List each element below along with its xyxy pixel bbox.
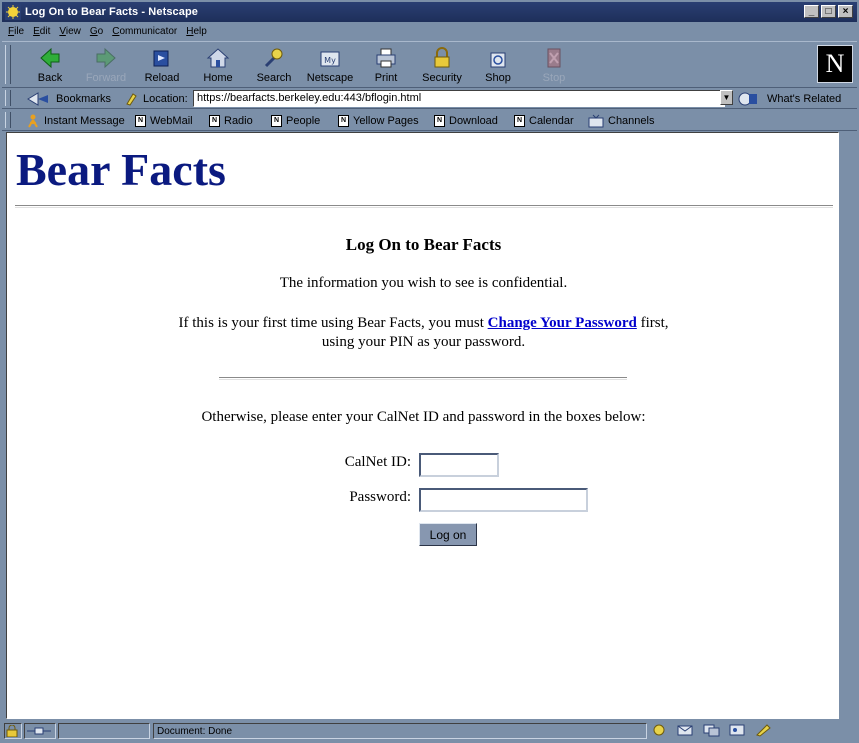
confidential-notice: The information you wish to see is confi… — [279, 275, 568, 291]
personal-item-webmail[interactable]: N WebMail — [135, 112, 193, 129]
browser-window: Log On to Bear Facts - Netscape _ □ × Fi… — [0, 0, 859, 743]
window-controls: _ □ × — [804, 5, 853, 18]
netscape-app-icon — [5, 4, 21, 20]
shop-bag-icon — [490, 52, 506, 68]
url-history-dropdown[interactable]: ▼ — [720, 90, 733, 105]
menu-go[interactable]: Go — [90, 26, 103, 37]
address-book-icon[interactable] — [728, 723, 746, 737]
composer-icon[interactable] — [754, 723, 772, 737]
first-time-suffix: first, — [636, 315, 669, 331]
toolbar-grip[interactable] — [5, 90, 11, 106]
back-button[interactable]: Back — [22, 45, 78, 85]
connection-plug-icon — [27, 727, 51, 735]
my-netscape-icon: My — [320, 51, 340, 67]
connection-status — [24, 723, 56, 739]
change-password-link[interactable]: Change Your Password — [488, 315, 637, 331]
title-bar: Log On to Bear Facts - Netscape _ □ × — [2, 2, 857, 22]
logon-button[interactable]: Log on — [419, 523, 477, 546]
status-text: Document: Done — [153, 723, 647, 739]
content-scroll-gutter — [839, 132, 855, 719]
page-content: Bear Facts Log On to Bear Facts The info… — [6, 132, 839, 719]
calnet-id-input[interactable] — [419, 453, 499, 477]
divider — [15, 205, 833, 208]
password-input[interactable] — [419, 488, 588, 512]
location-label: Location: — [124, 90, 188, 107]
forward-arrow-icon — [96, 47, 116, 69]
first-time-instructions: If this is your first time using Bear Fa… — [7, 314, 838, 352]
bookmarks-button[interactable]: Bookmarks — [26, 90, 111, 107]
pin-note: using your PIN as your password. — [321, 334, 526, 350]
stop-button[interactable]: Stop — [526, 45, 582, 85]
home-icon — [206, 48, 230, 68]
login-instructions: Otherwise, please enter your CalNet ID a… — [201, 409, 646, 425]
calnet-label: CalNet ID: — [344, 454, 411, 470]
search-button[interactable]: Search — [246, 45, 302, 85]
personal-item-radio[interactable]: N Radio — [209, 112, 253, 129]
netscape-logo: N — [817, 45, 853, 83]
newsgroups-icon[interactable] — [702, 723, 720, 737]
close-button[interactable]: × — [838, 5, 853, 18]
component-bar — [650, 723, 772, 737]
maximize-button[interactable]: □ — [821, 5, 836, 18]
netscape-button[interactable]: My Netscape — [302, 45, 358, 85]
shop-button[interactable]: Shop — [470, 45, 526, 85]
toolbar-grip[interactable] — [5, 112, 11, 128]
menu-edit[interactable]: Edit — [33, 26, 50, 37]
window-title: Log On to Bear Facts - Netscape — [25, 6, 199, 18]
first-time-prefix: If this is your first time using Bear Fa… — [178, 315, 488, 331]
bookmark-page-icon: N — [338, 114, 349, 127]
personal-toolbar: Instant Message N WebMail N Radio N Peop… — [2, 110, 857, 131]
navigator-icon[interactable] — [650, 723, 668, 737]
personal-item-yellow-pages[interactable]: N Yellow Pages — [338, 112, 419, 129]
personal-item-calendar[interactable]: N Calendar — [514, 112, 574, 129]
status-bar: Document: Done — [2, 721, 857, 741]
security-status-icon[interactable] — [4, 723, 22, 739]
security-button[interactable]: Security — [414, 45, 470, 85]
reload-button[interactable]: Reload — [134, 45, 190, 85]
channels-tv-icon — [588, 114, 604, 127]
lock-icon — [434, 47, 450, 68]
forward-button[interactable]: Forward — [78, 45, 134, 85]
bookmark-page-icon: N — [271, 114, 282, 127]
bookmark-page-icon: N — [514, 114, 525, 127]
printer-icon — [376, 48, 396, 68]
personal-item-people[interactable]: N People — [271, 112, 320, 129]
whats-related-button[interactable]: What's Related — [737, 90, 841, 107]
search-icon — [264, 48, 283, 68]
home-button[interactable]: Home — [190, 45, 246, 85]
menu-bar: File Edit View Go Communicator Help — [2, 23, 857, 40]
divider — [219, 377, 627, 380]
menu-help[interactable]: Help — [186, 26, 207, 37]
bookmark-page-icon: N — [209, 114, 220, 127]
lock-icon — [6, 725, 18, 737]
reload-icon — [153, 50, 169, 67]
page-heading: Log On to Bear Facts — [345, 235, 502, 254]
print-button[interactable]: Print — [358, 45, 414, 85]
instant-message-icon — [28, 114, 38, 127]
site-title: Bear Facts — [16, 144, 226, 195]
svg-text:My: My — [324, 56, 336, 65]
bookmarks-icon — [27, 91, 48, 106]
menu-communicator[interactable]: Communicator — [112, 26, 177, 37]
stop-icon — [547, 48, 561, 68]
password-label: Password: — [349, 489, 411, 505]
location-toolbar: Bookmarks Location: https://bearfacts.be… — [2, 88, 857, 109]
menu-view[interactable]: View — [59, 26, 81, 37]
personal-item-channels[interactable]: Channels — [588, 112, 654, 129]
minimize-button[interactable]: _ — [804, 5, 819, 18]
bookmark-page-icon: N — [434, 114, 445, 127]
progress-meter — [58, 723, 150, 739]
navigation-toolbar: Back Forward Reload Home Search My Netsc… — [2, 41, 857, 88]
toolbar-grip[interactable] — [5, 45, 11, 84]
personal-item-download[interactable]: N Download — [434, 112, 498, 129]
menu-file[interactable]: File — [8, 26, 24, 37]
whats-related-icon — [738, 92, 757, 105]
location-url-field[interactable]: https://bearfacts.berkeley.edu:443/bflog… — [193, 90, 725, 107]
bookmark-page-icon: N — [135, 114, 146, 127]
mail-icon[interactable] — [676, 723, 694, 737]
page-proxy-icon[interactable] — [124, 92, 138, 106]
back-arrow-icon — [40, 47, 60, 69]
personal-item-instant-message[interactable]: Instant Message — [26, 112, 125, 129]
